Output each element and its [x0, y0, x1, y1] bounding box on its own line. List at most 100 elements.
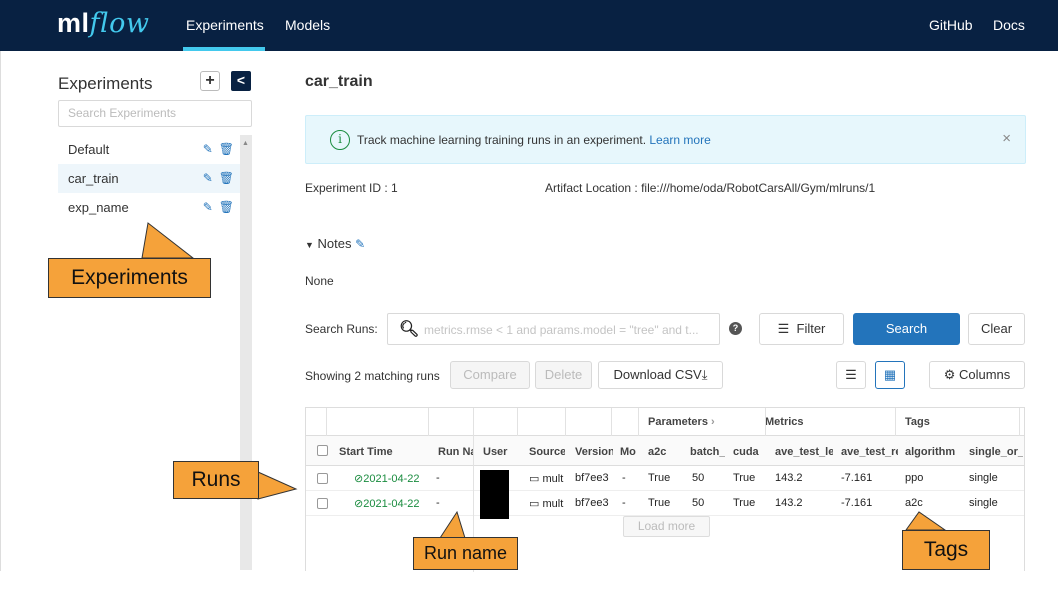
columns-button[interactable]: ⚙ Columns — [929, 361, 1025, 389]
run-start-time[interactable]: ⊘2021-04-22 — [354, 497, 424, 510]
info-message: Track machine learning training runs in … — [357, 133, 647, 147]
single-cell: single — [969, 497, 998, 509]
download-csv-button[interactable]: Download CSV⤓ — [598, 361, 723, 389]
select-all-checkbox[interactable] — [317, 445, 328, 456]
experiment-label: exp_name — [68, 200, 129, 215]
check-circle-icon: ⊘ — [354, 473, 364, 485]
col-start-time[interactable]: Start Time — [339, 446, 419, 458]
table-row[interactable]: ⊘2021-04-22 - ▭ mult bf7ee3 - True 50 Tr… — [306, 491, 1024, 516]
list-view-icon[interactable]: ☰ — [836, 361, 866, 389]
col-ave-test-len[interactable]: ave_test_le — [775, 446, 833, 458]
search-runs-placeholder: metrics.rmse < 1 and params.model = "tre… — [424, 323, 699, 337]
clear-button[interactable]: Clear — [968, 313, 1025, 345]
logo-ml: ml — [57, 8, 90, 38]
col-algorithm[interactable]: algorithm — [905, 446, 960, 458]
edit-icon[interactable]: ✎ — [203, 171, 219, 185]
search-runs-input[interactable]: 🔍︎ metrics.rmse < 1 and params.model = "… — [387, 313, 720, 345]
top-nav: mlflow Experiments Models GitHub Docs — [0, 0, 1058, 51]
nav-active-indicator — [183, 47, 265, 51]
col-a2c[interactable]: a2c — [648, 446, 678, 458]
batch-cell: 50 — [692, 497, 705, 509]
metrics-group-header: Metrics — [765, 416, 804, 428]
collapse-sidebar-button[interactable]: < — [231, 71, 251, 91]
learn-more-link[interactable]: Learn more — [649, 133, 710, 147]
row-checkbox[interactable] — [317, 498, 328, 509]
info-icon: i — [330, 130, 350, 150]
edit-icon[interactable]: ✎ — [203, 200, 219, 214]
table-row[interactable]: ⊘2021-04-22 - ▭ mult bf7ee3 - True 50 Tr… — [306, 466, 1024, 491]
cuda-cell: True — [733, 497, 756, 509]
column-divider — [638, 408, 639, 436]
column-divider — [428, 408, 429, 436]
close-icon[interactable]: × — [1002, 130, 1011, 147]
help-icon[interactable]: ? — [729, 322, 742, 335]
scroll-up-icon[interactable]: ▲ — [242, 140, 249, 147]
edit-notes-icon[interactable]: ✎ — [355, 237, 365, 251]
column-divider — [765, 408, 766, 436]
parameters-group-header[interactable]: Parameters › — [648, 416, 715, 428]
add-experiment-button[interactable]: + — [200, 71, 220, 91]
column-divider — [565, 408, 566, 436]
trash-icon[interactable]: 🗑 — [219, 200, 240, 214]
experiment-item-exp-name[interactable]: exp_name ✎🗑 — [58, 193, 240, 222]
trash-icon[interactable]: 🗑 — [219, 171, 240, 185]
sidebar-scrollbar[interactable] — [240, 135, 252, 570]
column-divider — [1019, 408, 1020, 436]
experiment-label: Default — [68, 142, 110, 157]
mlflow-logo[interactable]: mlflow — [57, 8, 150, 39]
nav-experiments[interactable]: Experiments — [186, 17, 264, 33]
col-source[interactable]: Source — [529, 446, 565, 458]
col-cuda[interactable]: cuda — [733, 446, 763, 458]
nav-models[interactable]: Models — [285, 17, 330, 33]
column-divider — [895, 408, 896, 436]
info-text: Track machine learning training runs in … — [357, 133, 711, 147]
experiment-id-label: Experiment ID : — [305, 181, 388, 195]
nav-github[interactable]: GitHub — [929, 17, 973, 33]
notes-label: Notes — [317, 236, 352, 251]
col-ave-test-rew[interactable]: ave_test_re — [841, 446, 898, 458]
col-user[interactable]: User — [483, 446, 513, 458]
check-circle-icon: ⊘ — [354, 498, 364, 510]
edit-icon[interactable]: ✎ — [203, 142, 219, 156]
experiment-id-value: 1 — [391, 181, 398, 195]
gear-icon: ⚙ — [943, 367, 956, 382]
filter-icon: ☰ — [777, 321, 790, 336]
parameters-label: Parameters — [648, 416, 708, 428]
row-checkbox[interactable] — [317, 473, 328, 484]
column-divider — [326, 408, 327, 436]
run-name-cell: - — [436, 497, 440, 509]
search-button[interactable]: Search — [853, 313, 960, 345]
trash-icon[interactable]: 🗑 — [219, 142, 240, 156]
artifact-label: Artifact Location : — [545, 181, 638, 195]
col-batch[interactable]: batch_ — [690, 446, 725, 458]
filter-button[interactable]: ☰ Filter — [759, 313, 844, 345]
col-model[interactable]: Mo — [620, 446, 638, 458]
table-column-header: Start Time Run Na User Source Version Mo… — [306, 436, 1024, 466]
source-cell[interactable]: ▭ mult — [529, 497, 567, 510]
load-more-button[interactable]: Load more — [623, 516, 710, 537]
notes-toggle[interactable]: ▼ Notes ✎ — [305, 236, 365, 251]
col-version[interactable]: Version — [575, 446, 613, 458]
single-cell: single — [969, 472, 998, 484]
col-run-name[interactable]: Run Na — [438, 446, 474, 458]
nav-docs[interactable]: Docs — [993, 17, 1025, 33]
ave-test-rew-cell: -7.161 — [841, 472, 873, 484]
search-experiments-input[interactable]: Search Experiments — [58, 100, 252, 127]
experiment-item-default[interactable]: Default ✎🗑 — [58, 135, 240, 164]
experiment-item-car-train[interactable]: car_train ✎🗑 — [58, 164, 240, 193]
col-single-or-r[interactable]: single_or_r — [969, 446, 1023, 458]
compare-button[interactable]: Compare — [450, 361, 530, 389]
search-runs-label: Search Runs: — [305, 322, 378, 336]
column-divider — [611, 408, 612, 436]
source-cell[interactable]: ▭ mult — [529, 472, 567, 485]
source-text: mult — [542, 498, 564, 510]
delete-button[interactable]: Delete — [535, 361, 592, 389]
info-banner: i Track machine learning training runs i… — [305, 115, 1026, 164]
download-csv-label: Download CSV — [613, 367, 702, 382]
run-start-time[interactable]: ⊘2021-04-22 — [354, 472, 424, 485]
column-divider — [517, 408, 518, 436]
download-icon: ⤓ — [701, 367, 708, 382]
grid-view-icon[interactable]: ▦ — [875, 361, 905, 389]
start-time-text: 2021-04-22 — [363, 473, 420, 485]
laptop-icon: ▭ — [529, 498, 540, 510]
